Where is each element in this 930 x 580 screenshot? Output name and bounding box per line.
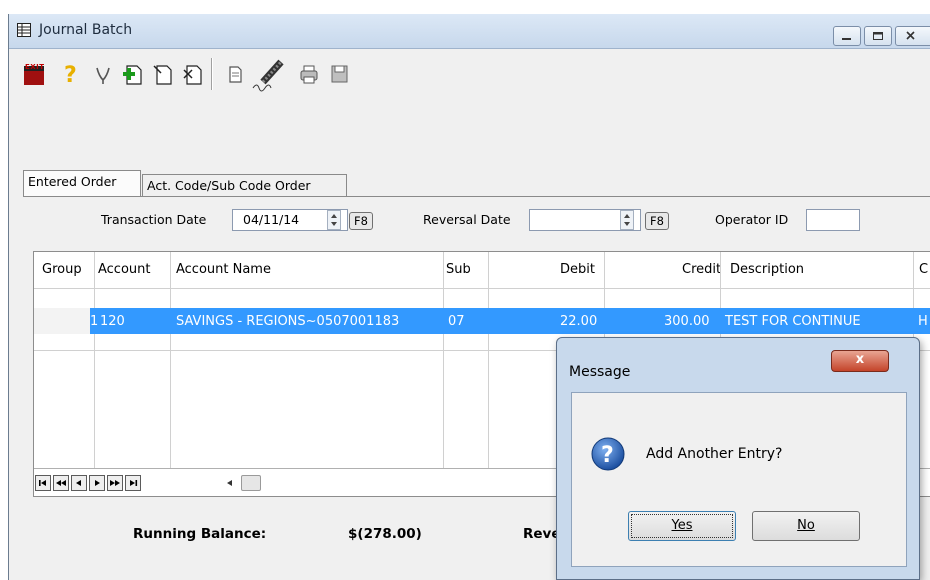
- toolbar: EXIT ?: [9, 50, 930, 94]
- running-balance-label: Running Balance:: [133, 526, 267, 542]
- column-header-group[interactable]: Group: [42, 252, 82, 288]
- spinner-arrows-icon: [624, 214, 630, 226]
- delete-record-button[interactable]: [179, 60, 207, 88]
- toolbar-separator: [211, 58, 213, 90]
- title-bar[interactable]: Journal Batch: [9, 14, 930, 49]
- printer-icon: [300, 65, 318, 84]
- nav-next-page-button[interactable]: [107, 475, 123, 491]
- next-record-icon: [95, 480, 100, 486]
- add-document-icon: [123, 65, 142, 85]
- no-button-label: No: [797, 518, 815, 533]
- dialog-message: Add Another Entry?: [646, 446, 783, 462]
- reversal-balance-label: Reve: [523, 526, 561, 542]
- cell-account[interactable]: 120: [100, 314, 125, 329]
- cell-account-name[interactable]: SAVINGS - REGIONS~0507001183: [176, 314, 399, 329]
- save-button[interactable]: [325, 60, 353, 88]
- minimize-button[interactable]: [833, 26, 861, 46]
- horizontal-scroll-thumb[interactable]: [241, 475, 261, 491]
- table-row-selected[interactable]: 1 120 SAVINGS - REGIONS~0507001183 07 22…: [34, 308, 930, 334]
- row-indicator-cell: [34, 308, 90, 334]
- spinner-arrows-icon: [331, 214, 337, 226]
- cell-sub[interactable]: 07: [448, 314, 465, 329]
- close-icon: [906, 31, 915, 40]
- yes-button[interactable]: Yes: [628, 511, 736, 541]
- page-icon: [229, 66, 242, 83]
- dialog-close-button[interactable]: x: [831, 350, 889, 372]
- close-icon: x: [855, 352, 865, 367]
- column-header-account-name[interactable]: Account Name: [176, 252, 271, 288]
- column-header-sub[interactable]: Sub: [446, 252, 471, 288]
- next-page-icon: [110, 480, 120, 486]
- save-icon: [331, 65, 348, 83]
- reversal-date-label: Reversal Date: [423, 212, 511, 227]
- svg-text:?: ?: [64, 63, 77, 88]
- cell-description[interactable]: TEST FOR CONTINUE: [725, 314, 861, 329]
- restore-icon: [873, 32, 883, 40]
- exit-button[interactable]: EXIT: [21, 60, 49, 88]
- header-divider: [34, 288, 930, 289]
- column-divider: [94, 252, 95, 468]
- dialog-body: ? Add Another Entry? Yes No: [571, 392, 907, 567]
- column-header-c[interactable]: C: [919, 252, 928, 288]
- exit-label: EXIT: [25, 63, 45, 71]
- hand-icon: [96, 67, 110, 84]
- column-header-credit[interactable]: Credit: [682, 252, 721, 288]
- page-button[interactable]: [221, 60, 249, 88]
- first-record-icon: [39, 480, 46, 486]
- column-divider: [170, 252, 171, 468]
- scroll-left-icon: [227, 480, 232, 486]
- close-window-button[interactable]: [895, 26, 930, 46]
- dialog-title: Message: [569, 364, 631, 380]
- cell-debit[interactable]: 22.00: [560, 314, 597, 329]
- tab-entered-order[interactable]: Entered Order: [23, 170, 141, 196]
- pen-icon: [252, 59, 284, 92]
- cell-c[interactable]: H: [918, 314, 928, 329]
- help-button[interactable]: ?: [57, 60, 85, 88]
- journal-app-icon: [17, 23, 31, 37]
- column-divider: [443, 252, 444, 468]
- scroll-left-button[interactable]: [223, 475, 237, 491]
- minimize-icon: [842, 38, 851, 40]
- add-record-button[interactable]: [119, 60, 147, 88]
- cell-credit[interactable]: 300.00: [664, 314, 710, 329]
- previous-page-icon: [56, 480, 66, 486]
- operator-id-input[interactable]: [806, 209, 860, 231]
- column-header-account[interactable]: Account: [98, 252, 151, 288]
- reversal-date-f8-button[interactable]: F8: [645, 212, 669, 230]
- nav-prev-page-button[interactable]: [53, 475, 69, 491]
- previous-record-icon: [76, 480, 81, 486]
- nav-last-button[interactable]: [125, 475, 141, 491]
- svg-text:?: ?: [601, 443, 614, 468]
- column-header-description[interactable]: Description: [730, 252, 804, 288]
- yes-button-label: Yes: [671, 518, 693, 533]
- cell-group[interactable]: 1: [90, 314, 98, 329]
- no-button[interactable]: No: [752, 511, 860, 541]
- edit-record-button[interactable]: [149, 60, 177, 88]
- tab-panel-border: [23, 196, 930, 197]
- nav-next-button[interactable]: [89, 475, 105, 491]
- tab-act-code-sub-code-order[interactable]: Act. Code/Sub Code Order: [142, 174, 347, 196]
- nav-prev-button[interactable]: [71, 475, 87, 491]
- wishbone-button[interactable]: [89, 60, 117, 88]
- operator-id-label: Operator ID: [715, 212, 789, 227]
- print-button[interactable]: [295, 60, 323, 88]
- transaction-date-f8-button[interactable]: F8: [349, 212, 373, 230]
- column-divider: [488, 252, 489, 468]
- column-header-debit[interactable]: Debit: [560, 252, 595, 288]
- post-button[interactable]: [249, 54, 289, 94]
- running-balance-value: $(278.00): [348, 526, 422, 542]
- transaction-date-spinner[interactable]: [327, 210, 341, 230]
- help-icon: ?: [64, 63, 77, 88]
- edit-document-icon: [153, 65, 172, 85]
- delete-document-icon: [183, 65, 202, 85]
- restore-button[interactable]: [864, 26, 892, 46]
- message-dialog: Message x ? Add Another Entry? Yes No: [556, 337, 920, 580]
- question-icon: ?: [591, 437, 625, 471]
- transaction-date-label: Transaction Date: [101, 212, 207, 227]
- nav-first-button[interactable]: [35, 475, 51, 491]
- window-title: Journal Batch: [39, 22, 133, 38]
- reversal-date-spinner[interactable]: [620, 210, 634, 230]
- last-record-icon: [130, 480, 138, 486]
